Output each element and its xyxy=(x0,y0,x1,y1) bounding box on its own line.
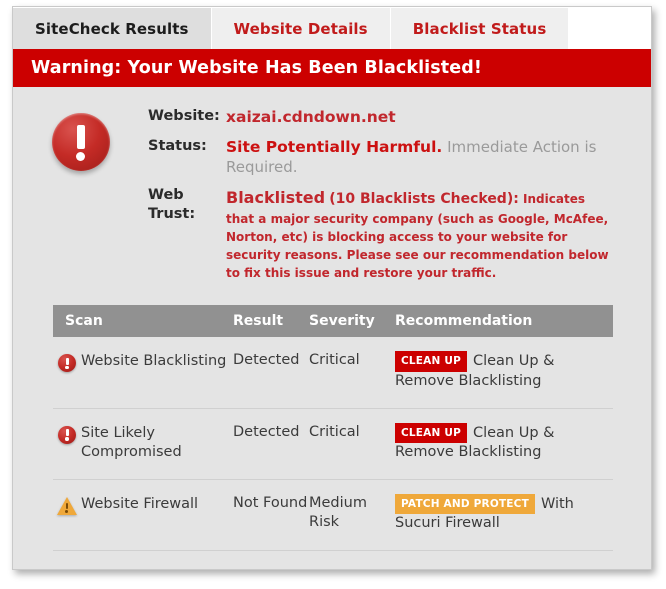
sitecheck-window: SiteCheck Results Website Details Blackl… xyxy=(12,6,652,570)
cell-scan: Website Blacklisting xyxy=(53,351,233,373)
website-row: Website: xaizai.cdndown.net xyxy=(148,107,617,128)
clean-up-button[interactable]: CLEAN UP xyxy=(395,422,467,443)
web-trust-label: Web Trust: xyxy=(148,187,196,223)
cell-recommendation: PATCH AND PROTECT With Sucuri Firewall xyxy=(395,493,613,534)
results-content: Website: xaizai.cdndown.net Status: Site… xyxy=(13,87,651,569)
web-trust-count: (10 Blacklists Checked): xyxy=(329,191,519,208)
table-row: Website Firewall Not Found Medium Risk P… xyxy=(53,480,613,551)
row-icon xyxy=(53,351,81,373)
tab-label: SiteCheck Results xyxy=(35,19,189,38)
cell-severity: Critical xyxy=(309,423,360,440)
summary-section: Website: xaizai.cdndown.net Status: Site… xyxy=(13,87,651,291)
tab-label: Website Details xyxy=(233,19,368,38)
scan-name: Website Blacklisting xyxy=(81,353,227,370)
summary-fields: Website: xaizai.cdndown.net Status: Site… xyxy=(148,107,651,291)
scan-name: Site Likely Compromised xyxy=(81,424,182,461)
exclamation-bar xyxy=(65,357,69,365)
web-trust-row: Web Trust: Blacklisted (10 Blacklists Ch… xyxy=(148,186,617,282)
exclamation-circle-icon xyxy=(58,425,76,444)
exclamation-bar xyxy=(65,428,69,436)
cell-result: Not Found xyxy=(233,494,308,511)
tab-blacklist-status[interactable]: Blacklist Status xyxy=(390,8,570,49)
status-label: Status: xyxy=(148,137,207,154)
exclamation-bar xyxy=(76,125,85,149)
cell-result: Detected xyxy=(233,352,300,369)
warning-banner: Warning: Your Website Has Been Blacklist… xyxy=(13,49,651,87)
scan-name: Website Firewall xyxy=(81,495,199,512)
summary-icon-cell xyxy=(13,107,148,291)
website-value[interactable]: xaizai.cdndown.net xyxy=(226,108,396,126)
cell-recommendation: CLEAN UP Clean Up & Remove Blacklisting xyxy=(395,351,613,391)
exclamation-dot xyxy=(65,366,69,370)
scan-results-table: Scan Result Severity Recommendation Webs… xyxy=(53,305,613,551)
cell-scan: Website Firewall xyxy=(53,494,233,515)
website-value-cell: xaizai.cdndown.net xyxy=(226,107,617,128)
cell-recommendation: CLEAN UP Clean Up & Remove Blacklisting xyxy=(395,422,613,463)
cell-scan: Site Likely Compromised xyxy=(53,423,233,463)
exclamation-dot xyxy=(65,437,69,441)
website-label: Website: xyxy=(148,108,220,124)
patch-and-protect-button[interactable]: PATCH AND PROTECT xyxy=(395,493,535,514)
tab-label: Blacklist Status xyxy=(412,19,547,38)
clean-up-button[interactable]: CLEAN UP xyxy=(395,351,467,372)
status-value-cell: Site Potentially Harmful. Immediate Acti… xyxy=(226,137,617,178)
cell-severity: Medium Risk xyxy=(309,494,367,531)
warning-dot xyxy=(65,509,69,513)
column-header-severity: Severity xyxy=(309,313,375,330)
table-row: Website Blacklisting Detected Critical C… xyxy=(53,337,613,409)
cell-result: Detected xyxy=(233,423,300,440)
cell-severity: Critical xyxy=(309,352,360,369)
exclamation-circle-icon xyxy=(58,354,76,373)
exclamation-circle-icon xyxy=(51,113,110,171)
column-header-scan: Scan xyxy=(65,313,103,330)
table-row: Site Likely Compromised Detected Critica… xyxy=(53,409,613,480)
tab-bar: SiteCheck Results Website Details Blackl… xyxy=(13,7,651,49)
exclamation-dot xyxy=(76,152,85,161)
tab-bar-filler xyxy=(569,8,651,49)
tab-website-details[interactable]: Website Details xyxy=(211,8,391,49)
status-row: Status: Site Potentially Harmful. Immedi… xyxy=(148,137,617,178)
row-icon xyxy=(53,423,81,444)
web-trust-headline: Blacklisted xyxy=(226,188,326,208)
web-trust-value-cell: Blacklisted (10 Blacklists Checked): Ind… xyxy=(226,186,617,282)
warning-banner-text: Warning: Your Website Has Been Blacklist… xyxy=(31,58,482,78)
tab-sitecheck-results[interactable]: SiteCheck Results xyxy=(13,8,212,49)
warning-triangle-icon xyxy=(57,496,77,515)
warning-bar xyxy=(65,502,69,509)
row-icon xyxy=(53,494,81,515)
status-strong-text: Site Potentially Harmful. xyxy=(226,137,443,156)
table-header-row: Scan Result Severity Recommendation xyxy=(53,305,613,338)
column-header-recommendation: Recommendation xyxy=(395,313,533,330)
column-header-result: Result xyxy=(233,313,284,330)
